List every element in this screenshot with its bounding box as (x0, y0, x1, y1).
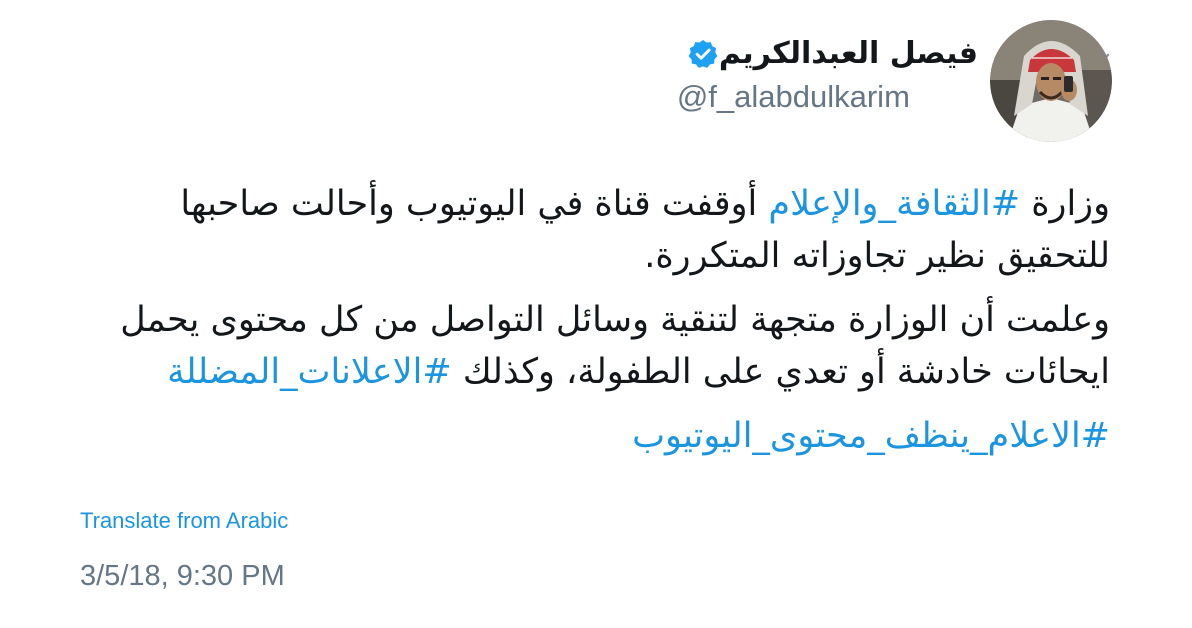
translate-link[interactable]: Translate from Arabic (80, 508, 288, 534)
display-name[interactable]: فيصل العبدالكريم (719, 34, 978, 74)
user-handle[interactable]: @f_alabdulkarim (677, 78, 978, 116)
avatar[interactable] (990, 20, 1112, 142)
tweet-paragraph-1: وزارة #الثقافة_والإعلام أوقفت قناة في ال… (70, 178, 1110, 282)
name-row: فيصل العبدالكريم (677, 34, 978, 74)
user-info: فيصل العبدالكريم @f_alabdulkarim (677, 34, 978, 116)
tweet-paragraph-3: #الاعلام_ينظف_محتوى_اليوتيوب (70, 410, 1110, 462)
tweet-text: وزارة #الثقافة_والإعلام أوقفت قناة في ال… (70, 178, 1110, 462)
tweet-paragraph-2: وعلمت أن الوزارة متجهة لتنقية وسائل التو… (70, 294, 1110, 398)
hashtag-link[interactable]: #الاعلام_ينظف_محتوى_اليوتيوب (632, 416, 1110, 456)
hashtag-link[interactable]: #الاعلانات_المضللة (167, 352, 452, 392)
verified-badge-icon (688, 40, 718, 68)
tweet-timestamp[interactable]: 3/5/18, 9:30 PM (80, 560, 285, 593)
tweet-header: فيصل العبدالكريم @f_alabdulkarim (677, 20, 1112, 142)
hashtag-link[interactable]: #الثقافة_والإعلام (768, 184, 1020, 224)
tweet-text-segment: وزارة (1020, 184, 1110, 224)
